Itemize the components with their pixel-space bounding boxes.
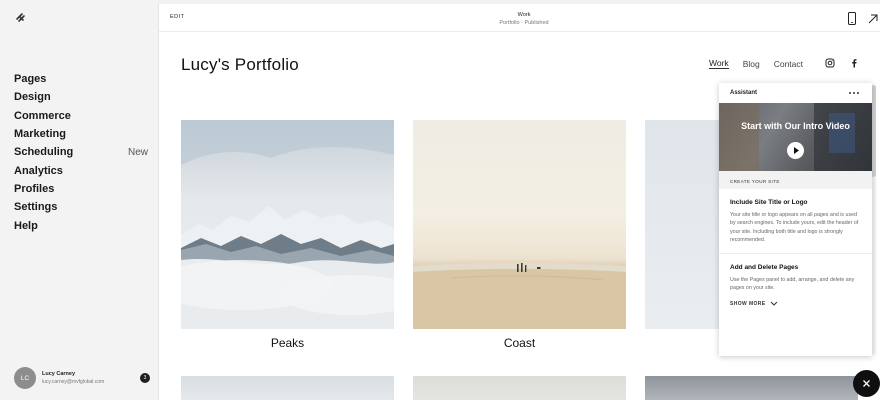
- gallery-item-peaks[interactable]: [181, 120, 394, 329]
- sidebar-item-profiles[interactable]: Profiles: [14, 180, 148, 198]
- task-title: Include Site Title or Logo: [730, 199, 808, 206]
- chevron-down-icon: [770, 301, 777, 306]
- show-more-label: SHOW MORE: [730, 300, 766, 307]
- sidebar-item-label: Analytics: [14, 164, 63, 177]
- sidebar-item-label: Profiles: [14, 182, 55, 195]
- edit-button[interactable]: EDIT: [170, 14, 185, 20]
- sidebar-item-label: Help: [14, 219, 38, 232]
- squarespace-logo-icon[interactable]: [14, 11, 28, 25]
- assistant-panel: Assistant Start with Our Intro Video CRE…: [719, 83, 872, 356]
- sidebar-item-label: Pages: [14, 73, 47, 86]
- sidebar: Pages Design Commerce Marketing Scheduli…: [0, 0, 158, 400]
- site-nav-contact[interactable]: Contact: [774, 59, 803, 69]
- user-name: Lucy Carney: [42, 371, 76, 377]
- editor-topbar: EDIT Work Portfolio · Published: [159, 4, 880, 32]
- sidebar-item-pages[interactable]: Pages: [14, 70, 148, 88]
- task-site-title[interactable]: Include Site Title or Logo Your site tit…: [719, 189, 872, 244]
- play-icon: [794, 147, 799, 154]
- task-body: Your site title or logo appears on all p…: [730, 212, 859, 243]
- more-options-icon[interactable]: [848, 90, 860, 96]
- show-more-button[interactable]: SHOW MORE: [719, 293, 872, 315]
- close-icon: [863, 380, 870, 387]
- user-account[interactable]: LC Lucy Carney lucy.carney@mvfglobal.com…: [14, 366, 150, 390]
- site-nav-blog[interactable]: Blog: [743, 59, 760, 69]
- sidebar-item-label: Design: [14, 91, 51, 104]
- task-title: Add and Delete Pages: [730, 264, 799, 272]
- sidebar-item-help[interactable]: Help: [14, 216, 148, 234]
- task-body: Use the Pages panel to add, arrange, and…: [730, 277, 855, 292]
- task-pages[interactable]: Add and Delete Pages Use the Pages panel…: [719, 254, 872, 293]
- video-title: Start with Our Intro Video: [741, 121, 850, 131]
- sidebar-item-settings[interactable]: Settings: [14, 198, 148, 216]
- site-nav-work[interactable]: Work: [709, 58, 729, 69]
- gallery-item-row2-1[interactable]: [181, 376, 394, 400]
- mobile-preview-icon[interactable]: [847, 12, 857, 25]
- page-status: Portfolio · Published: [499, 20, 549, 26]
- site-title[interactable]: Lucy's Portfolio: [181, 55, 299, 75]
- user-info: Lucy Carney lucy.carney@mvfglobal.com: [42, 370, 140, 386]
- page-name: Work: [517, 12, 531, 18]
- gallery-item-coast[interactable]: [413, 120, 626, 329]
- user-email: lucy.carney@mvfglobal.com: [42, 379, 105, 385]
- new-badge: New: [127, 146, 148, 158]
- sidebar-item-label: Settings: [14, 201, 58, 214]
- gallery-item-row2-2[interactable]: [413, 376, 626, 400]
- sidebar-item-commerce[interactable]: Commerce: [14, 107, 148, 125]
- avatar: LC: [14, 367, 36, 389]
- assistant-title: Assistant: [730, 90, 758, 96]
- sidebar-item-marketing[interactable]: Marketing: [14, 125, 148, 143]
- section-label: CREATE YOUR SITE: [719, 171, 872, 189]
- gallery-item-row2-3[interactable]: [645, 376, 858, 400]
- close-assistant-button[interactable]: [853, 370, 880, 397]
- sidebar-item-label: Commerce: [14, 109, 71, 122]
- intro-video[interactable]: Start with Our Intro Video: [719, 103, 872, 171]
- sidebar-item-scheduling[interactable]: Scheduling New: [14, 143, 148, 161]
- instagram-icon[interactable]: [825, 58, 835, 68]
- gallery-caption-peaks[interactable]: Peaks: [181, 336, 394, 350]
- sidebar-nav: Pages Design Commerce Marketing Scheduli…: [14, 70, 148, 235]
- page-info: Work Portfolio · Published: [459, 11, 589, 27]
- play-button[interactable]: [787, 142, 804, 159]
- sidebar-item-analytics[interactable]: Analytics: [14, 161, 148, 179]
- sidebar-item-label: Scheduling: [14, 146, 74, 159]
- site-nav: Work Blog Contact: [709, 58, 817, 69]
- gallery-caption-coast[interactable]: Coast: [413, 336, 626, 350]
- mountain-photo: [181, 120, 394, 329]
- notification-count-badge[interactable]: 3: [140, 373, 150, 383]
- sidebar-item-design[interactable]: Design: [14, 88, 148, 106]
- assistant-header: Assistant: [719, 83, 872, 103]
- facebook-icon[interactable]: [849, 58, 859, 68]
- sidebar-item-label: Marketing: [14, 128, 66, 141]
- expand-arrow-icon[interactable]: [867, 13, 879, 25]
- beach-photo: [413, 263, 626, 329]
- video-thumbnail: [719, 103, 872, 171]
